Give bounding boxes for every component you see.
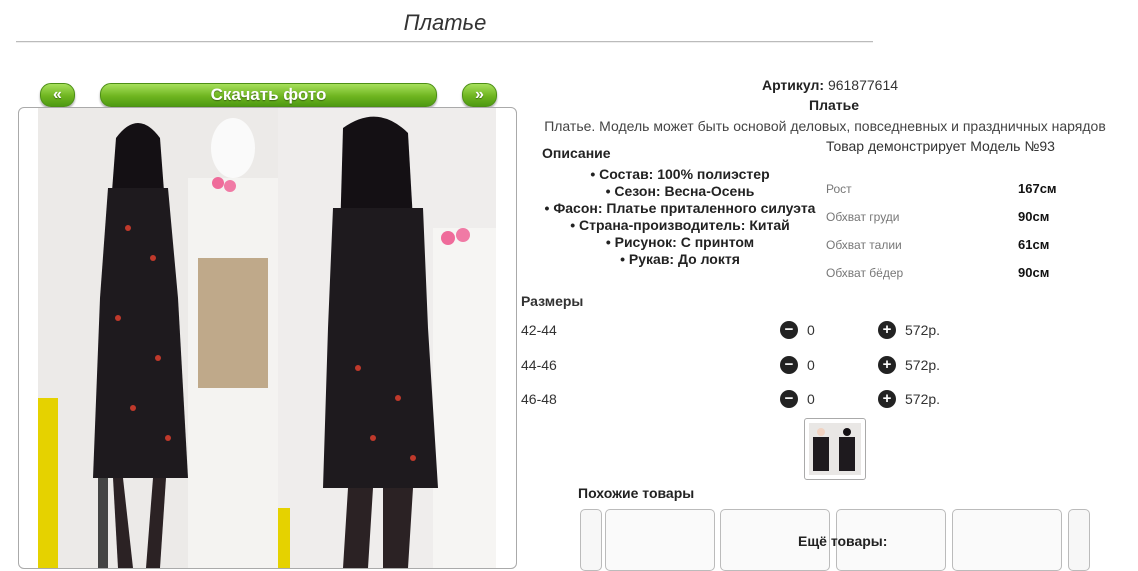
spec-item: Состав: 100% полиэстер (520, 166, 840, 183)
model-row: Обхват бёдер 90см (826, 265, 1066, 280)
model-row-label: Обхват груди (826, 210, 900, 224)
minus-icon[interactable]: − (780, 390, 798, 408)
model-row-value: 61см (1018, 237, 1050, 252)
model-row-label: Рост (826, 182, 852, 196)
product-photo-image (38, 108, 496, 568)
size-quantity: 0 (807, 322, 815, 338)
size-quantity: 0 (807, 357, 815, 373)
article-value: 961877614 (827, 77, 899, 93)
article-label: Артикул: (761, 77, 825, 93)
product-thumbnail[interactable] (804, 418, 866, 480)
minus-icon[interactable]: − (780, 356, 798, 374)
spec-item: Рисунок: С принтом (520, 234, 840, 251)
carousel-prev-button[interactable] (580, 509, 602, 571)
spec-item: Сезон: Весна-Осень (520, 183, 840, 200)
download-photo-button[interactable]: Скачать фото (100, 83, 437, 107)
product-photo[interactable] (18, 107, 517, 569)
article-line: Артикул: 961877614 (520, 77, 1138, 93)
plus-icon[interactable]: + (878, 390, 896, 408)
model-row-label: Обхват бёдер (826, 266, 904, 280)
size-quantity: 0 (807, 391, 815, 407)
plus-icon[interactable]: + (878, 321, 896, 339)
model-row-value: 90см (1018, 265, 1050, 280)
size-price: 572р. (905, 322, 941, 338)
specs-list: Состав: 100% полиэстер Сезон: Весна-Осен… (520, 166, 840, 268)
model-row: Обхват груди 90см (826, 209, 1066, 224)
size-label: 46-48 (521, 391, 557, 407)
model-row-label: Обхват талии (826, 238, 902, 252)
minus-icon[interactable]: − (780, 321, 798, 339)
title-divider (16, 41, 873, 43)
spec-item: Фасон: Платье приталенного силуэта (520, 200, 840, 217)
spec-item: Рукав: До локтя (520, 251, 840, 268)
model-row: Рост 167см (826, 181, 1066, 196)
spec-item: Страна-производитель: Китай (520, 217, 840, 234)
similar-heading: Похожие товары (578, 485, 695, 501)
size-label: 44-46 (521, 357, 557, 373)
model-heading: Товар демонстрирует Модель №93 (826, 138, 1055, 154)
model-row-value: 90см (1018, 209, 1050, 224)
plus-icon[interactable]: + (878, 356, 896, 374)
product-name: Платье (809, 97, 859, 113)
next-photo-button[interactable]: » (462, 83, 497, 107)
similar-item-card[interactable] (952, 509, 1062, 571)
model-row-value: 167см (1018, 181, 1057, 196)
size-price: 572р. (905, 357, 941, 373)
size-row: 42-44 − 0 + 572р. (521, 321, 971, 342)
size-label: 42-44 (521, 322, 557, 338)
size-row: 46-48 − 0 + 572р. (521, 390, 971, 411)
carousel-next-button[interactable] (1068, 509, 1090, 571)
more-products-heading: Ещё товары: (798, 533, 888, 549)
product-description: Платье. Модель может быть основой деловы… (544, 118, 1106, 134)
page-title: Платье (403, 10, 487, 35)
model-row: Обхват талии 61см (826, 237, 1066, 252)
prev-photo-button[interactable]: « (40, 83, 75, 107)
sizes-heading: Размеры (521, 293, 584, 309)
thumbnail-image (809, 423, 861, 475)
similar-item-card[interactable] (605, 509, 715, 571)
specs-heading: Описание (542, 145, 611, 161)
size-row: 44-46 − 0 + 572р. (521, 356, 971, 377)
size-price: 572р. (905, 391, 941, 407)
